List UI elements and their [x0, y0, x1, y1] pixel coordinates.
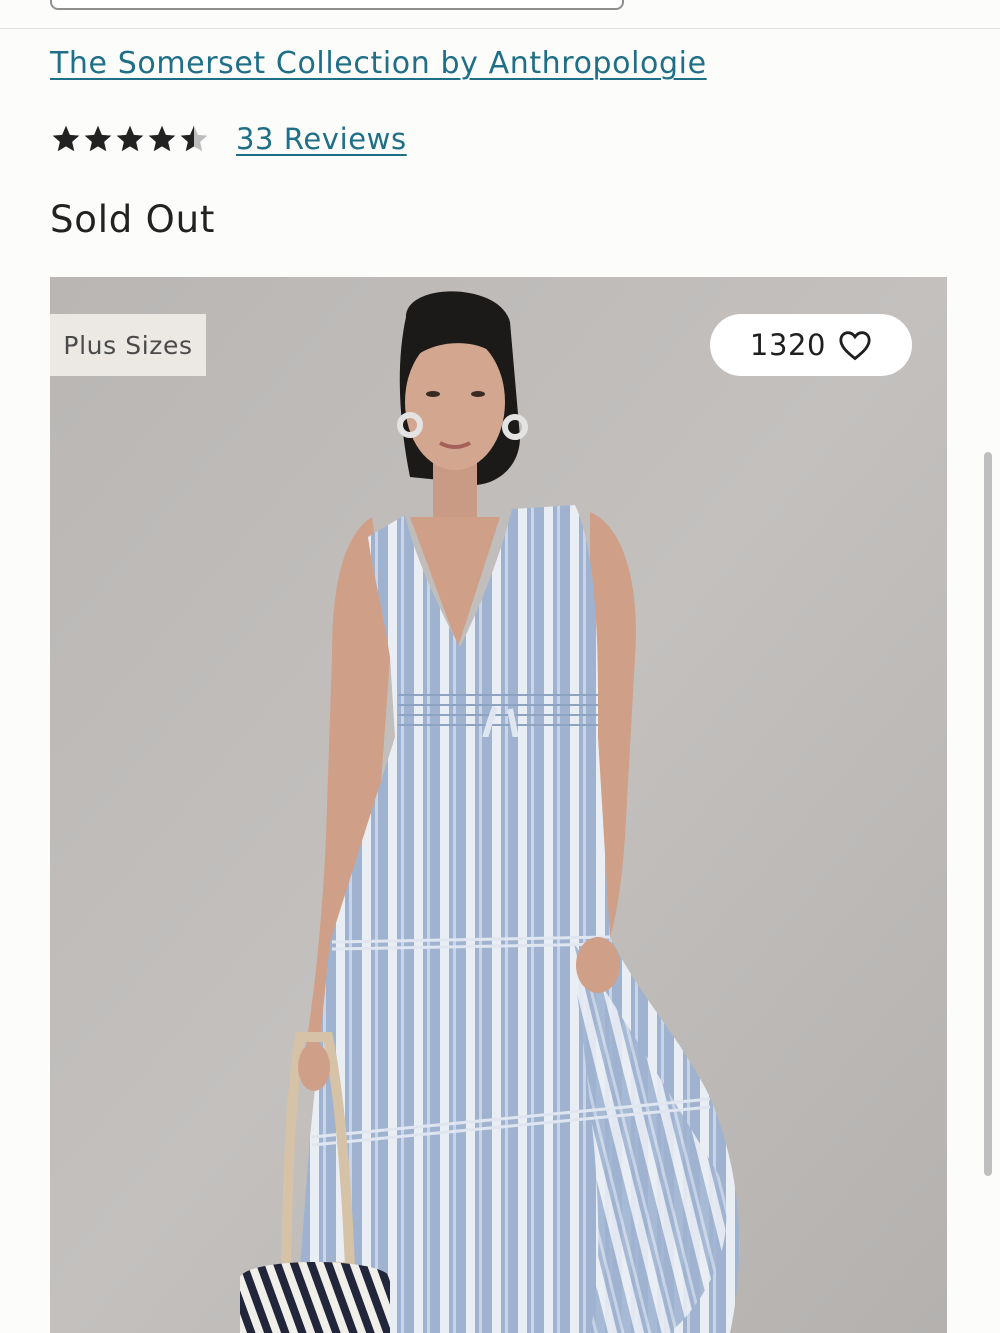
star-rating	[50, 123, 210, 155]
reviews-link[interactable]: 33 Reviews	[236, 122, 407, 156]
scrollbar[interactable]	[984, 452, 992, 1176]
heart-icon	[839, 331, 871, 361]
brand-collection-link[interactable]: The Somerset Collection by Anthropologie	[50, 46, 707, 81]
favorites-count: 1320	[749, 328, 827, 362]
favorite-button[interactable]: 1320	[710, 314, 912, 376]
star-icon	[116, 125, 144, 152]
plus-sizes-badge: Plus Sizes	[50, 314, 206, 376]
star-icon	[148, 125, 176, 152]
star-half-icon	[180, 125, 208, 152]
divider	[0, 28, 1000, 29]
stock-status: Sold Out	[50, 198, 216, 241]
rating-row: 33 Reviews	[50, 117, 407, 161]
product-photo[interactable]	[50, 277, 947, 1333]
star-icon	[84, 125, 112, 152]
star-icon	[52, 125, 80, 152]
size-select[interactable]	[50, 0, 624, 10]
product-page: The Somerset Collection by Anthropologie…	[0, 0, 1000, 1333]
